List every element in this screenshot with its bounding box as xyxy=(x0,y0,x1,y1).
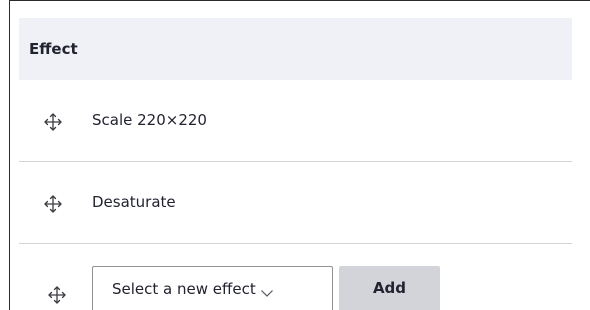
table-row: Scale 220×220 xyxy=(19,80,572,162)
effect-label[interactable]: Scale 220×220 xyxy=(92,111,207,129)
move-arrows-icon[interactable] xyxy=(47,285,67,305)
table-row: Desaturate xyxy=(19,162,572,244)
table-header: Effect xyxy=(19,18,572,80)
effect-label[interactable]: Desaturate xyxy=(92,193,176,211)
select-value: Select a new effect xyxy=(112,279,256,298)
chevron-down-icon xyxy=(260,284,274,297)
column-header-effect: Effect xyxy=(29,40,78,58)
add-button[interactable]: Add xyxy=(339,266,440,310)
move-arrows-icon[interactable] xyxy=(43,194,63,214)
new-effect-select[interactable]: Select a new effect xyxy=(92,266,333,310)
move-arrows-icon[interactable] xyxy=(43,112,63,132)
effects-table: Effect Scale 220×220 Desaturate xyxy=(19,18,572,244)
